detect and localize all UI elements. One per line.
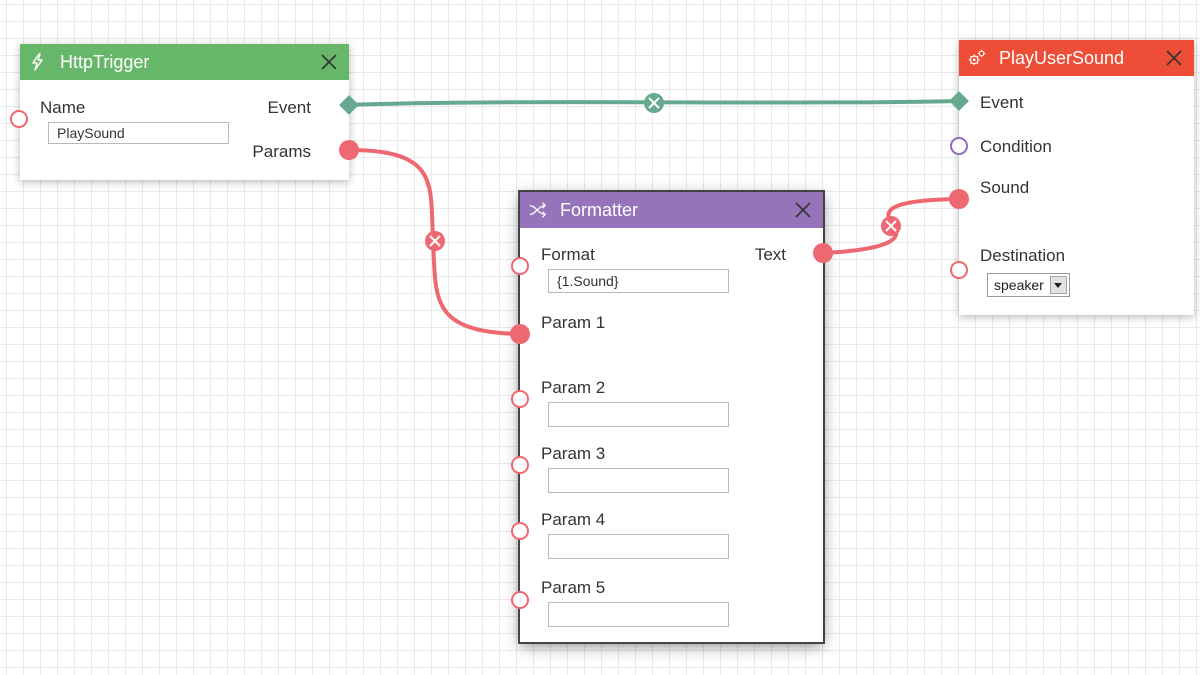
destination-select-value: speaker [994,277,1044,293]
param-3-input-port[interactable] [511,456,529,474]
close-icon[interactable] [1164,48,1184,68]
gears-icon [968,49,986,66]
disconnect-text-button[interactable] [881,216,901,236]
formatter-title: Formatter [560,199,639,220]
param-2-input[interactable] [548,402,729,427]
param-5-input[interactable] [548,602,729,627]
name-label: Name [40,98,86,117]
condition-input-label: Condition [980,137,1052,156]
param-4-input[interactable] [548,534,729,559]
shuffle-icon [529,202,547,218]
sound-input-label: Sound [980,178,1030,197]
chevron-down-icon[interactable] [1049,276,1067,294]
disconnect-event-button[interactable] [644,93,664,113]
formatter-node[interactable]: Formatter Format Text Param 1 Param 2 Pa… [520,192,823,642]
destination-select[interactable]: speaker [987,273,1070,297]
param-4-label: Param 4 [541,510,606,529]
formatter-header[interactable]: Formatter [520,192,823,228]
format-input[interactable] [548,269,729,293]
event-input-label: Event [980,93,1024,112]
text-output-label: Text [754,245,786,264]
name-input[interactable] [48,122,229,144]
sound-input-port[interactable] [949,189,969,209]
format-label: Format [541,245,595,264]
http-trigger-header[interactable]: HttpTrigger [20,44,349,80]
text-output-port[interactable] [813,243,833,263]
play-user-sound-header[interactable]: PlayUserSound [959,40,1194,76]
play-user-sound-node[interactable]: PlayUserSound Event Condition Sound Dest… [959,40,1194,315]
params-output-port[interactable] [339,140,359,160]
param-2-label: Param 2 [541,378,606,397]
destination-input-port[interactable] [950,261,968,279]
disconnect-params-button[interactable] [425,231,445,251]
http-trigger-title: HttpTrigger [60,51,150,72]
destination-label: Destination [980,246,1066,265]
params-output-label: Params [252,142,311,161]
param-5-input-port[interactable] [511,591,529,609]
param-3-label: Param 3 [541,444,606,463]
condition-input-port[interactable] [950,137,968,155]
param-1-label: Param 1 [541,313,606,332]
param-5-label: Param 5 [541,578,606,597]
format-input-port[interactable] [511,257,529,275]
http-trigger-node[interactable]: HttpTrigger Name Event Params [20,44,349,180]
close-icon[interactable] [793,200,813,220]
param-1-input-port[interactable] [510,324,530,344]
event-output-label: Event [267,98,311,117]
close-icon[interactable] [319,52,339,72]
param-2-input-port[interactable] [511,390,529,408]
name-input-port[interactable] [10,110,28,128]
param-3-input[interactable] [548,468,729,493]
lightning-icon [32,53,43,71]
param-4-input-port[interactable] [511,522,529,540]
